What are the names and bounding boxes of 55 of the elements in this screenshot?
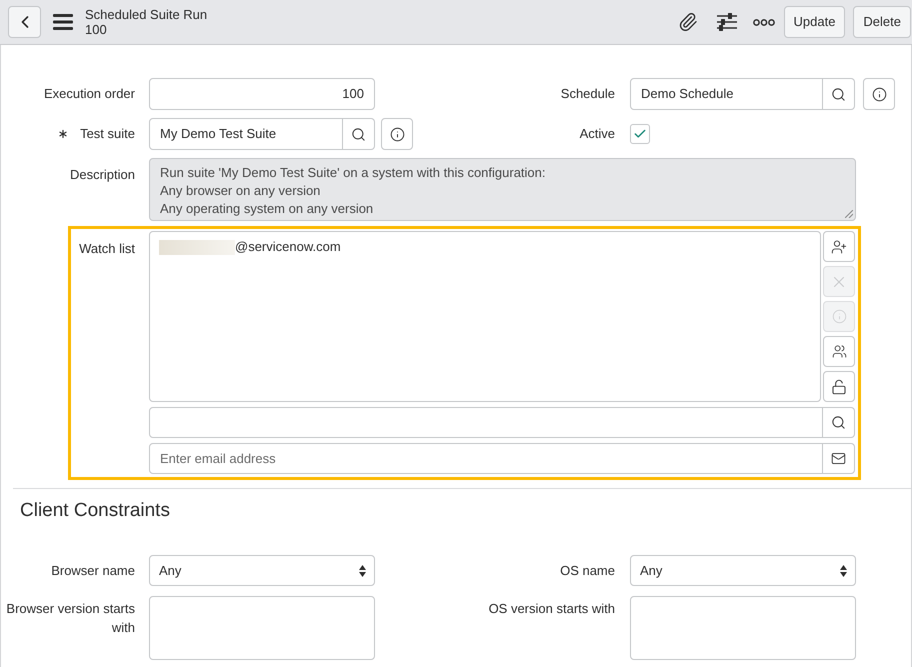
test-suite-field[interactable]: My Demo Test Suite <box>149 118 343 150</box>
search-icon <box>831 86 846 102</box>
field-label: Description <box>68 166 135 184</box>
section-heading: Client Constraints <box>20 500 170 522</box>
info-button[interactable] <box>381 118 413 150</box>
toolbar-button[interactable]: Update <box>784 6 846 38</box>
select-arrows-icon <box>840 564 847 576</box>
info-icon <box>872 86 886 102</box>
resize-handle-icon[interactable] <box>845 210 853 218</box>
search-button[interactable] <box>823 407 855 438</box>
info-icon <box>390 126 404 142</box>
description-field[interactable]: Run suite 'My Demo Test Suite' on a system with this configuration: Any browser on any version Any operating system on any version <box>149 158 856 221</box>
field-label: Browser name <box>50 562 135 580</box>
info-icon <box>832 309 846 324</box>
browser-version-field[interactable] <box>149 596 375 660</box>
add-group-button[interactable] <box>823 336 855 367</box>
watcher-search-field[interactable] <box>149 407 823 438</box>
watch-list-field[interactable]: @servicenow.com <box>149 231 821 402</box>
record-title: Scheduled Suite Run <box>85 7 208 22</box>
people-icon <box>832 344 846 359</box>
field-label: OS name <box>559 562 615 580</box>
os-version-field[interactable] <box>630 596 856 660</box>
search-button[interactable] <box>343 118 375 150</box>
add-user-button[interactable] <box>823 231 855 262</box>
execution-order-field[interactable]: 100 <box>149 78 375 110</box>
field-label: Browser version starts with <box>5 600 135 637</box>
os-name-select[interactable]: Any <box>630 555 856 586</box>
email-field[interactable]: Enter email address <box>149 443 823 474</box>
field-label: Schedule <box>560 85 615 104</box>
search-icon <box>351 126 366 142</box>
search-button[interactable] <box>823 78 855 110</box>
unlocked-padlock-icon <box>831 378 847 394</box>
user-plus-icon <box>831 238 847 254</box>
field-label: Active <box>578 125 615 144</box>
field-label: Watch list <box>78 240 135 258</box>
envelope-icon <box>831 451 846 466</box>
unlock-button[interactable] <box>823 371 855 402</box>
paperclip-icon[interactable] <box>678 12 698 32</box>
search-icon <box>831 415 846 430</box>
more-options-icon[interactable] <box>752 18 774 26</box>
select-arrows-icon <box>359 564 366 576</box>
info-button[interactable] <box>863 78 895 110</box>
schedule-field[interactable]: Demo Schedule <box>630 78 823 110</box>
sliders-icon[interactable] <box>716 13 736 31</box>
field-label: OS version starts with <box>488 600 615 618</box>
back-button[interactable] <box>8 6 41 38</box>
active-checkbox[interactable] <box>630 124 650 144</box>
watcher-email[interactable]: @servicenow.com <box>235 237 341 257</box>
field-label: Test suite <box>80 125 135 144</box>
field-label: Execution order <box>42 85 135 104</box>
browser-name-select[interactable]: Any <box>149 555 375 586</box>
toolbar-button[interactable]: Delete <box>853 6 911 38</box>
menu-icon[interactable] <box>53 14 73 30</box>
record-number: 100 <box>85 22 107 37</box>
add-email-button[interactable] <box>823 443 855 474</box>
